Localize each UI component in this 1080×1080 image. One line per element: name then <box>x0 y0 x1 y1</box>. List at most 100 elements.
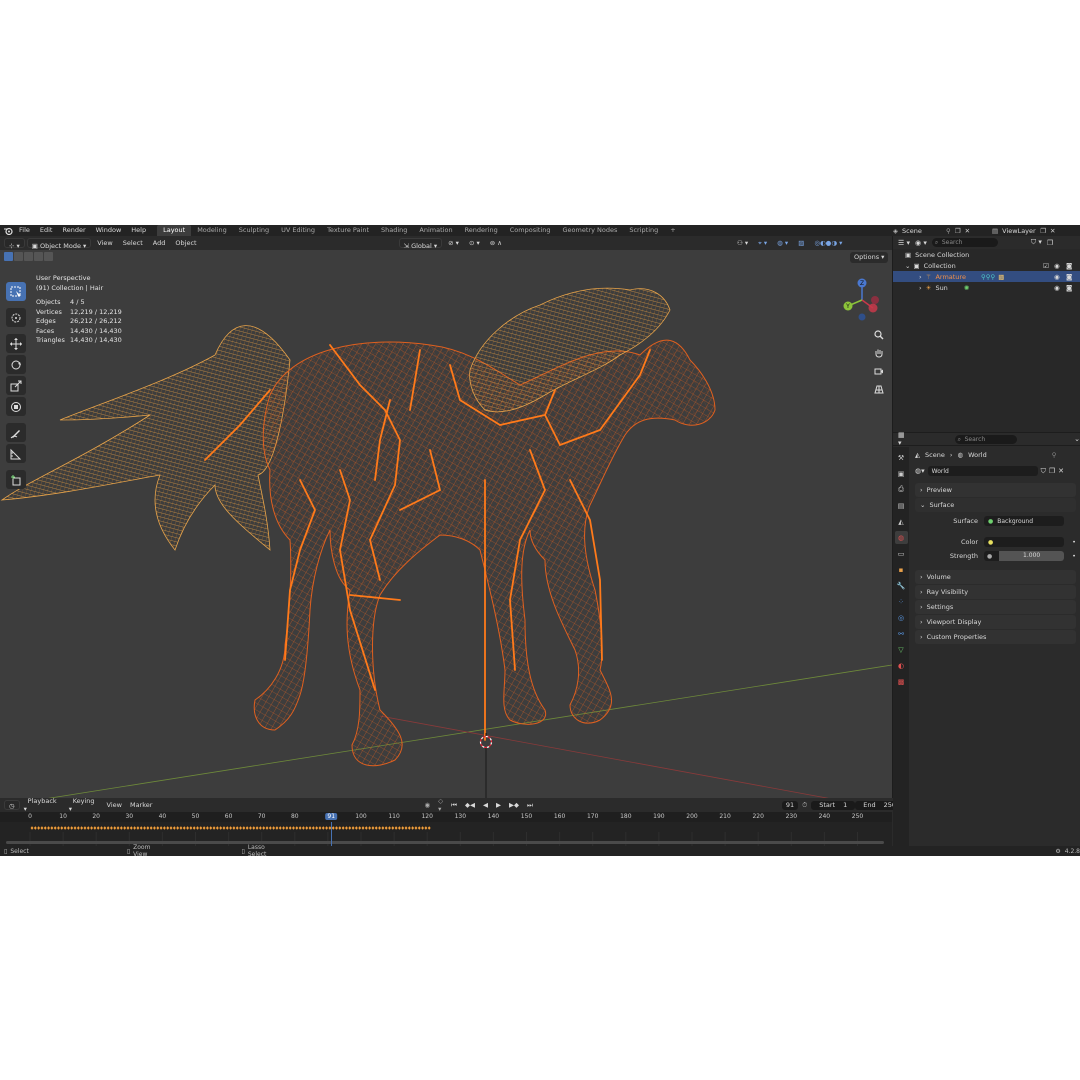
world-browse-icon[interactable]: ◍▾ <box>915 467 925 475</box>
keyframe-icon[interactable] <box>205 825 210 831</box>
menu-edit[interactable]: Edit <box>35 225 58 236</box>
panel-ray-visibility[interactable]: › Ray Visibility <box>915 585 1076 599</box>
tab-animation[interactable]: Animation <box>413 225 458 236</box>
stopwatch-icon[interactable]: ⏱ <box>798 801 811 810</box>
playhead-frame-label[interactable]: 91 <box>325 813 338 820</box>
color-field[interactable]: ● <box>984 537 1064 547</box>
menu-render[interactable]: Render <box>57 225 90 236</box>
world-name-field[interactable]: World <box>927 466 1038 476</box>
keyframe-icon[interactable] <box>248 825 253 831</box>
keyframe-icon[interactable] <box>275 825 279 831</box>
keyframe-icon[interactable] <box>420 825 425 831</box>
keyframe-icon[interactable] <box>218 825 223 831</box>
keyframe-icon[interactable] <box>295 825 299 831</box>
link-dot-icon[interactable]: • <box>1072 538 1076 546</box>
keyframe-icon[interactable] <box>238 825 243 831</box>
editor-type-dropdown[interactable]: ⊹ ▾ <box>4 238 25 250</box>
keyframe-icon[interactable] <box>367 825 372 831</box>
keyframe-icon[interactable] <box>334 825 339 831</box>
filter-icon[interactable]: ⛉ ▾ <box>1031 238 1042 247</box>
keyframe-icon[interactable] <box>374 825 379 831</box>
keyframe-icon[interactable] <box>347 825 352 831</box>
keyframe-icon[interactable] <box>96 825 100 831</box>
keyframe-track[interactable] <box>0 822 892 846</box>
close-icon[interactable]: ✕ <box>1058 467 1064 475</box>
tab-compositing[interactable]: Compositing <box>504 225 557 236</box>
menu-select[interactable]: Select <box>119 236 147 250</box>
jump-end-icon[interactable]: ⏭ <box>523 801 537 810</box>
eye-icon[interactable]: ◉ <box>1054 273 1060 281</box>
keyframe-icon[interactable] <box>394 825 398 831</box>
keyframe-icon[interactable] <box>119 825 124 831</box>
view-layer-tab-icon[interactable]: ▤ <box>895 499 908 512</box>
keyframe-icon[interactable] <box>235 825 240 831</box>
material-tab-icon[interactable]: ◐ <box>895 659 908 672</box>
prev-keyframe-icon[interactable]: ◆◀ <box>461 801 479 809</box>
keyframe-icon[interactable] <box>215 825 220 831</box>
keyframe-type-icon[interactable]: ◇ ▾ <box>434 797 447 813</box>
keyframe-icon[interactable] <box>364 825 369 831</box>
scale-tool[interactable] <box>6 376 26 395</box>
keyframe-icon[interactable] <box>162 825 167 831</box>
keyframe-icon[interactable] <box>381 825 385 831</box>
select-box-tool[interactable] <box>6 282 26 301</box>
keyframe-icon[interactable] <box>36 825 41 831</box>
keyframe-icon[interactable] <box>268 825 273 831</box>
menu-object[interactable]: Object <box>171 236 200 250</box>
gizmo-neg-z-icon[interactable] <box>858 313 866 321</box>
keyframe-icon[interactable] <box>338 825 342 831</box>
keyframe-icon[interactable] <box>192 825 196 831</box>
particles-tab-icon[interactable]: ⁘ <box>895 595 908 608</box>
scene-tab-icon[interactable]: ◭ <box>895 515 908 528</box>
keyframe-icon[interactable] <box>281 825 286 831</box>
blender-logo-icon[interactable] <box>3 225 14 236</box>
keyframe-icon[interactable] <box>417 825 422 831</box>
camera-icon[interactable]: ◙ <box>1066 273 1072 281</box>
keyframe-icon[interactable] <box>69 825 74 831</box>
keyframe-icon[interactable] <box>202 825 206 831</box>
copy-icon[interactable]: ❐ <box>1049 467 1055 475</box>
keyframe-icon[interactable] <box>407 825 412 831</box>
keyframe-icon[interactable] <box>53 825 57 831</box>
copy-icon[interactable]: ❐ <box>1040 227 1046 235</box>
keyframe-icon[interactable] <box>89 825 94 831</box>
keyframe-icon[interactable] <box>139 825 144 831</box>
panel-custom-properties[interactable]: › Custom Properties <box>915 630 1076 644</box>
texture-tab-icon[interactable]: ▩ <box>895 675 908 688</box>
keyframe-icon[interactable] <box>56 825 61 831</box>
keyframe-icon[interactable] <box>387 825 392 831</box>
close-icon[interactable]: ✕ <box>1050 227 1055 235</box>
keyframe-icon[interactable] <box>112 825 117 831</box>
proportional-edit-icon[interactable]: ⊚ ∧ <box>486 236 506 250</box>
outliner-item-armature[interactable]: › ⚚ Armature ⚲⚲⚲ ▩ ◉ ◙ <box>893 271 1080 282</box>
keyframe-icon[interactable] <box>222 825 226 831</box>
keyframe-icon[interactable] <box>311 825 316 831</box>
keyframe-icon[interactable] <box>30 825 34 831</box>
render-tab-icon[interactable]: ▣ <box>895 467 908 480</box>
outliner-search-input[interactable]: ⌕ Search <box>931 238 998 247</box>
keyframe-icon[interactable] <box>86 825 91 831</box>
menu-marker[interactable]: Marker <box>126 801 156 809</box>
viewlayer-name[interactable]: ViewLayer <box>1002 227 1036 235</box>
keyframe-icon[interactable] <box>341 825 345 831</box>
keyframe-icon[interactable] <box>318 825 322 831</box>
surface-shader-field[interactable]: ● Background <box>984 516 1064 526</box>
tab-sculpting[interactable]: Sculpting <box>233 225 275 236</box>
keyframe-icon[interactable] <box>278 825 283 831</box>
tab-shading[interactable]: Shading <box>375 225 413 236</box>
camera-view-icon[interactable] <box>870 364 888 377</box>
copy-icon[interactable]: ❐ <box>955 227 961 235</box>
transform-tool[interactable] <box>6 397 26 416</box>
cursor-tool[interactable] <box>6 308 26 327</box>
keyframe-icon[interactable] <box>43 825 48 831</box>
keyframe-icon[interactable] <box>142 825 147 831</box>
keyframe-icon[interactable] <box>136 825 140 831</box>
keyframe-icon[interactable] <box>66 825 71 831</box>
chevron-down-icon[interactable]: ⌄ <box>905 262 910 270</box>
keyframe-icon[interactable] <box>189 825 193 831</box>
keyframe-icon[interactable] <box>79 825 84 831</box>
panel-volume[interactable]: › Volume <box>915 570 1076 584</box>
properties-search-input[interactable]: ⌕ Search <box>954 434 1018 444</box>
keyframe-icon[interactable] <box>33 825 38 831</box>
keyframe-icon[interactable] <box>126 825 130 831</box>
